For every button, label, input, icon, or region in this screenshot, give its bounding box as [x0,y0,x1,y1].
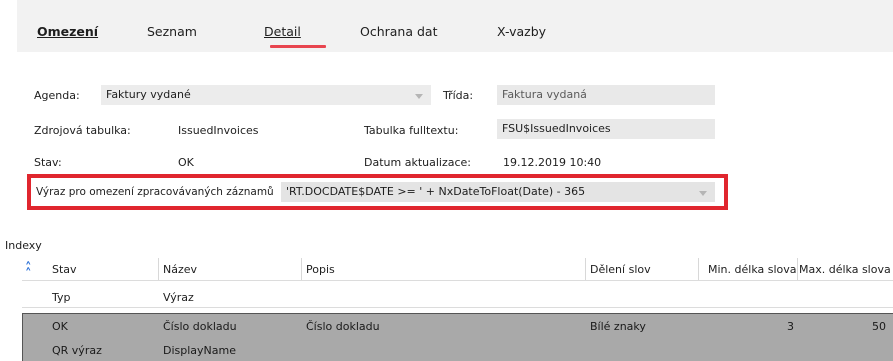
zdrojova-tabulka-value: IssuedInvoices [178,124,259,137]
row-max-delka: 50 [872,320,886,333]
vyraz-select[interactable]: 'RT.DOCDATE$DATE >= ' + NxDateToFloat(Da… [281,182,715,202]
tab-omezeni[interactable]: Omezení [37,24,98,39]
tab-bar: Omezení Seznam Detail Ochrana dat X-vazb… [17,0,893,52]
col-header-min-delka[interactable]: Min. délka slova [708,263,797,276]
trida-label: Třída: [443,89,474,102]
agenda-label: Agenda: [34,89,80,102]
row-min-delka: 3 [787,320,794,333]
tabulka-fulltextu-value: FSU$IssuedInvoices [502,122,611,135]
indexy-title: Indexy [5,239,42,252]
tab-x-vazby[interactable]: X-vazby [497,24,546,39]
table-row[interactable]: OK Číslo dokladu Číslo dokladu Bílé znak… [22,313,893,361]
datum-aktualizace-label: Datum aktualizace: [364,156,471,169]
col-header-nazev[interactable]: Název [163,263,197,276]
col-header-stav[interactable]: Stav [52,263,77,276]
stav-value: OK [178,156,194,169]
tab-seznam[interactable]: Seznam [147,24,197,39]
col-header-deleni-slov[interactable]: Dělení slov [590,263,651,276]
row-stav: OK [52,320,68,333]
datum-aktualizace-value: 19.12.2019 10:40 [503,156,602,169]
active-tab-indicator [270,45,326,48]
tabulka-fulltextu-label: Tabulka fulltextu: [364,124,459,137]
row-vyraz: DisplayName [163,344,236,357]
row-popis: Číslo dokladu [306,320,380,333]
row-typ: QR výraz [52,344,102,357]
chevron-down-icon [415,94,423,99]
zdrojova-tabulka-label: Zdrojová tabulka: [34,124,131,137]
col-header-popis[interactable]: Popis [306,263,335,276]
vyraz-label: Výraz pro omezení zpracovávaných záznamů [36,186,274,198]
tab-ochrana-dat[interactable]: Ochrana dat [360,24,437,39]
chevron-down-icon [699,191,707,196]
col-header-vyraz[interactable]: Výraz [163,291,194,304]
agenda-value: Faktury vydané [106,88,191,101]
trida-field[interactable]: Faktura vydaná [497,85,715,105]
vyraz-value: 'RT.DOCDATE$DATE >= ' + NxDateToFloat(Da… [286,185,586,198]
col-header-max-delka[interactable]: Max. délka slova [799,263,891,276]
tabulka-fulltextu-field[interactable]: FSU$IssuedInvoices [497,119,715,139]
row-deleni-slov: Bílé znaky [590,320,646,333]
trida-value: Faktura vydaná [502,88,587,101]
agenda-select[interactable]: Faktury vydané [101,85,431,105]
tab-detail[interactable]: Detail [264,24,301,39]
row-nazev: Číslo dokladu [163,320,237,333]
stav-label: Stav: [34,156,62,169]
col-header-typ[interactable]: Typ [52,291,71,304]
tab-detail-label: Detail [264,24,301,39]
